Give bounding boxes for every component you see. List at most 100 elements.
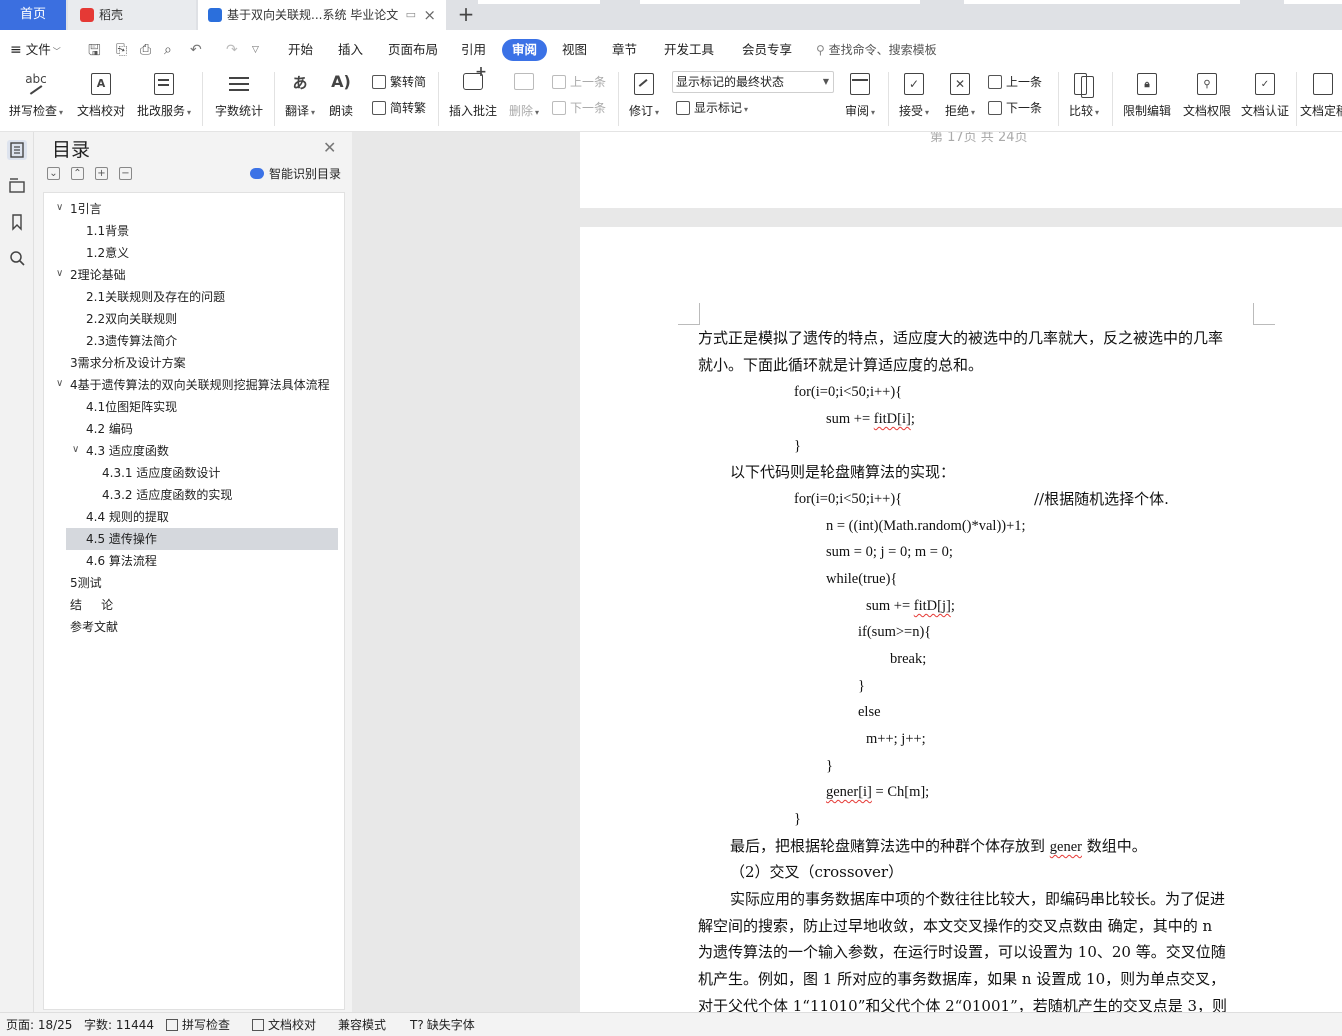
outline-item[interactable]: 4.4 规则的提取 (44, 506, 344, 528)
proofread-status[interactable]: 文档校对 (252, 1013, 316, 1036)
command-search[interactable]: ⚲ 查找命令、搜索模板 (816, 39, 937, 61)
reject-button[interactable]: ✕ 拒绝 ▾ (940, 70, 980, 119)
chapter-nav-icon[interactable] (7, 176, 27, 196)
show-markup-button[interactable]: 显示标记 ▾ (676, 98, 748, 120)
accept-button[interactable]: ✓ 接受 ▾ (894, 70, 934, 119)
ribbon-separator (274, 72, 275, 126)
outline-nav-icon[interactable] (7, 140, 27, 160)
menu-chapter[interactable]: 章节 (612, 39, 637, 61)
outline-item[interactable]: 4.6 算法流程 (44, 550, 344, 572)
restrict-edit-button[interactable]: 🔒︎ 限制编辑 (1120, 70, 1174, 119)
redo-icon[interactable]: ↷ (226, 39, 238, 61)
spell-error-text[interactable]: fitD[j] (914, 598, 951, 614)
missing-font-status[interactable]: T? 缺失字体 (410, 1013, 475, 1036)
print-icon[interactable]: ⎙ (140, 39, 151, 61)
tab-home[interactable]: 首页 (0, 0, 66, 30)
quick-access-dropdown-icon[interactable]: ▽ (252, 39, 259, 61)
collapse-all-icon[interactable]: ⌄ (47, 167, 60, 180)
word-count-button[interactable]: 字数统计 (212, 70, 266, 119)
menu-page-layout[interactable]: 页面布局 (388, 39, 438, 61)
simp-to-trad-button[interactable]: 简转繁 (372, 98, 426, 118)
undo-icon[interactable]: ↶ (190, 39, 202, 61)
menu-start[interactable]: 开始 (288, 39, 313, 61)
smart-outline-button[interactable]: 智能识别目录 (250, 165, 341, 182)
expand-up-icon[interactable]: ⌃ (71, 167, 84, 180)
outline-item[interactable]: 2.2双向关联规则 (44, 308, 344, 330)
outline-item-selected[interactable]: 4.5 遗传操作 (66, 528, 338, 550)
spellcheck-status[interactable]: 拼写检查 (166, 1013, 230, 1036)
spellcheck-button[interactable]: abc 拼写检查 ▾ (6, 70, 66, 119)
menu-developer[interactable]: 开发工具 (664, 39, 714, 61)
tab-close-icon[interactable]: × (423, 0, 436, 30)
trad-to-simp-icon (372, 74, 386, 89)
outline-item[interactable]: 4.3 适应度函数 (44, 440, 344, 462)
prev-comment-button[interactable]: 上一条 (552, 72, 606, 92)
outline-item[interactable]: 4.3.2 适应度函数的实现 (44, 484, 344, 506)
outline-item[interactable]: 5测试 (44, 572, 344, 594)
outline-item[interactable]: 参考文献 (44, 616, 344, 638)
tab-document[interactable]: 基于双向关联规...系统 毕业论文 ▭ × (198, 0, 446, 30)
outline-item[interactable]: 3需求分析及设计方案 (44, 352, 344, 374)
export-pdf-icon[interactable]: ⎘ (116, 39, 127, 61)
search-icon[interactable] (7, 248, 27, 268)
window-strip (640, 0, 920, 4)
window-strip (964, 0, 1240, 4)
next-comment-button[interactable]: 下一条 (552, 98, 606, 118)
new-tab-button[interactable]: + (456, 0, 476, 30)
outline-item[interactable]: 1.1背景 (44, 220, 344, 242)
print-preview-icon[interactable]: ⌕ (164, 39, 172, 61)
document-canvas[interactable]: 第 17页 共 24页 方式正是模拟了遗传的特点，适应度大的被选中的几率就大，反… (352, 132, 1342, 1012)
outline-item[interactable]: 4.2 编码 (44, 418, 344, 440)
spell-error-text[interactable]: fitD[i] (874, 411, 911, 427)
remove-heading-icon[interactable]: − (119, 167, 132, 180)
outline-item[interactable]: 2.1关联规则及存在的问题 (44, 286, 344, 308)
read-aloud-button[interactable]: A) 朗读 (326, 70, 356, 119)
outline-item[interactable]: 2.3遗传算法简介 (44, 330, 344, 352)
spell-error-text[interactable]: gener[i] (826, 784, 872, 800)
close-icon[interactable]: ✕ (323, 138, 336, 157)
ribbon-separator (1296, 72, 1297, 126)
missing-font-icon: T? (410, 1018, 424, 1032)
tab-pin-icon[interactable]: ▭ (406, 0, 416, 30)
code-line: gener[i] = Ch[m]; (826, 782, 929, 802)
doc-check-button[interactable]: A 文档校对 (74, 70, 128, 119)
menu-references[interactable]: 引用 (461, 39, 486, 61)
tab-daoke[interactable]: 稻壳 (68, 0, 196, 30)
menu-insert[interactable]: 插入 (338, 39, 363, 61)
next-change-button[interactable]: 下一条 (988, 98, 1042, 118)
outline-item[interactable]: 4基于遗传算法的双向关联规则挖掘算法具体流程 (44, 374, 336, 396)
trad-to-simp-button[interactable]: 繁转简 (372, 72, 426, 92)
prev-change-button[interactable]: 上一条 (988, 72, 1042, 92)
doc-rights-button[interactable]: ⚲ 文档权限 (1180, 70, 1234, 119)
file-menu[interactable]: ≡ 文件 ﹀ (10, 39, 61, 61)
insert-comment-button[interactable]: + 插入批注 (446, 64, 500, 119)
outline-item[interactable]: 1引言 (44, 198, 344, 220)
translate-button[interactable]: あ 翻译 ▾ (282, 70, 318, 119)
tab-daoke-label: 稻壳 (99, 8, 124, 22)
menu-view[interactable]: 视图 (562, 39, 587, 61)
batch-service-icon (151, 70, 177, 98)
outline-item[interactable]: 1.2意义 (44, 242, 344, 264)
outline-item[interactable]: 2理论基础 (44, 264, 344, 286)
menu-member[interactable]: 会员专享 (742, 39, 792, 61)
doc-finalize-button[interactable]: 文档定稿 (1300, 70, 1342, 119)
menu-review[interactable]: 审阅 (502, 39, 548, 61)
page-indicator[interactable]: 页面: 18/25 (6, 1013, 72, 1036)
bookmark-icon[interactable] (7, 212, 27, 232)
word-count-indicator[interactable]: 字数: 11444 (84, 1013, 154, 1036)
markup-state-select[interactable]: 显示标记的最终状态 ▼ (672, 71, 834, 93)
insert-comment-label: 插入批注 (448, 104, 497, 118)
save-icon[interactable]: 🖫 (88, 39, 101, 61)
spell-error-text[interactable]: gener (1050, 839, 1082, 855)
compare-button[interactable]: 比较 ▾ (1064, 70, 1104, 119)
track-changes-button[interactable]: 修订 ▾ (624, 70, 664, 119)
outline-item[interactable]: 4.3.1 适应度函数设计 (44, 462, 344, 484)
outline-item[interactable]: 结 论 (44, 594, 344, 616)
delete-comment-button[interactable]: 删除 ▾ (506, 70, 542, 119)
doc-certify-button[interactable]: ✓ 文档认证 (1238, 70, 1292, 119)
review-pane-button[interactable]: 审阅 ▾ (840, 70, 880, 119)
batch-service-button[interactable]: 批改服务 ▾ (134, 70, 194, 119)
document-page[interactable]: 方式正是模拟了遗传的特点，适应度大的被选中的几率就大，反之被选中的几率 就小。下… (580, 227, 1342, 1012)
add-heading-icon[interactable]: + (95, 167, 108, 180)
outline-item[interactable]: 4.1位图矩阵实现 (44, 396, 344, 418)
